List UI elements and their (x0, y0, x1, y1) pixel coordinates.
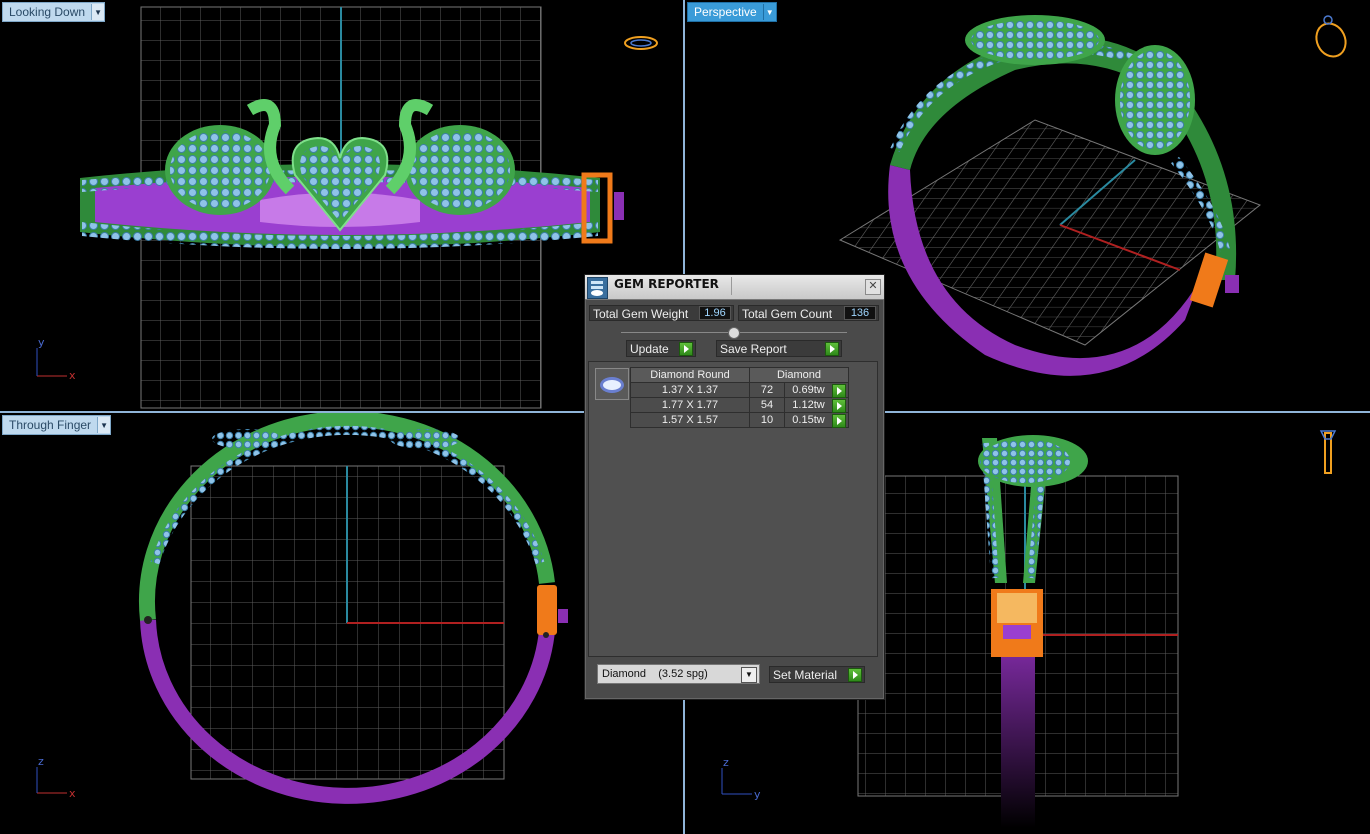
play-arrow-icon[interactable] (832, 414, 846, 428)
viewport-label: Through Finger (9, 418, 92, 432)
axis-z-label: z (38, 755, 44, 768)
gem-count-cell: 72 (749, 382, 785, 398)
viewport-view-selector[interactable]: Perspective ▼ (687, 2, 777, 22)
looking-down-scene: x y (36, 6, 658, 409)
chevron-down-icon[interactable]: ▼ (97, 417, 111, 433)
gem-reporter-titlebar[interactable]: GEM REPORTER ✕ (585, 275, 884, 300)
table-row[interactable]: 1.37 X 1.37 72 0.69tw (630, 382, 849, 398)
set-material-button[interactable]: Set Material (769, 666, 865, 683)
viewport-label: Perspective (694, 5, 757, 19)
axis-x-label: x (69, 369, 76, 382)
column-header: Diamond (749, 367, 849, 383)
material-select[interactable]: Diamond (3.52 spg) ▼ (597, 664, 760, 684)
play-arrow-icon[interactable] (832, 384, 846, 398)
gem-weight-cell: 1.12tw (784, 397, 849, 413)
chevron-down-icon[interactable]: ▼ (762, 4, 776, 20)
gem-reporter-app-icon (587, 277, 608, 299)
gem-table: Diamond Round Diamond 1.37 X 1.37 72 0.6… (630, 367, 849, 428)
viewport-label: Looking Down (9, 5, 86, 19)
splitter-handle[interactable] (728, 327, 740, 339)
play-arrow-icon[interactable] (825, 342, 839, 356)
total-gem-weight-value: 1.96 (699, 306, 731, 320)
viewport-through-finger[interactable]: Through Finger ▼ x z (0, 413, 683, 834)
ring-icon (624, 36, 658, 50)
column-header: Diamond Round (630, 367, 750, 383)
play-arrow-icon[interactable] (848, 668, 862, 682)
gem-list-panel: Diamond Round Diamond 1.37 X 1.37 72 0.6… (588, 361, 878, 657)
play-arrow-icon[interactable] (832, 399, 846, 413)
gem-size-cell: 1.57 X 1.57 (630, 412, 750, 428)
close-icon: ✕ (868, 280, 878, 292)
viewport-view-selector[interactable]: Looking Down ▼ (2, 2, 106, 22)
round-diamond-icon[interactable] (595, 368, 629, 400)
gem-weight-cell: 0.69tw (784, 382, 849, 398)
ring-icon (1315, 15, 1347, 58)
save-report-button[interactable]: Save Report (716, 340, 842, 357)
chevron-down-icon[interactable]: ▼ (91, 4, 105, 20)
viewport-looking-down[interactable]: Looking Down ▼ x y (0, 0, 683, 411)
gem-size-cell: 1.77 X 1.77 (630, 397, 750, 413)
axis-x-label: x (69, 787, 76, 800)
gem-weight-cell: 0.15tw (784, 412, 849, 428)
ring-icon (1319, 430, 1337, 474)
axis-y-label: y (754, 788, 761, 801)
total-gem-count-value: 136 (844, 306, 876, 320)
table-row[interactable]: 1.57 X 1.57 10 0.15tw (630, 412, 849, 428)
gem-reporter-window: GEM REPORTER ✕ Total Gem Weight 1.96 Tot… (584, 274, 885, 700)
gem-count-cell: 10 (749, 412, 785, 428)
axis-z-label: z (723, 756, 729, 769)
gem-count-cell: 54 (749, 397, 785, 413)
close-button[interactable]: ✕ (865, 279, 881, 295)
gem-reporter-title: GEM REPORTER (614, 277, 719, 291)
update-button[interactable]: Update (626, 340, 696, 357)
table-row[interactable]: 1.77 X 1.77 54 1.12tw (630, 397, 849, 413)
through-finger-scene: x z (36, 413, 568, 804)
gem-size-cell: 1.37 X 1.37 (630, 382, 750, 398)
axis-y-label: y (38, 336, 45, 349)
titlebar-spacer (731, 277, 859, 295)
table-header-row: Diamond Round Diamond (630, 367, 849, 383)
viewport-view-selector[interactable]: Through Finger ▼ (2, 415, 112, 435)
play-arrow-icon[interactable] (679, 342, 693, 356)
chevron-down-icon[interactable]: ▼ (741, 667, 757, 683)
